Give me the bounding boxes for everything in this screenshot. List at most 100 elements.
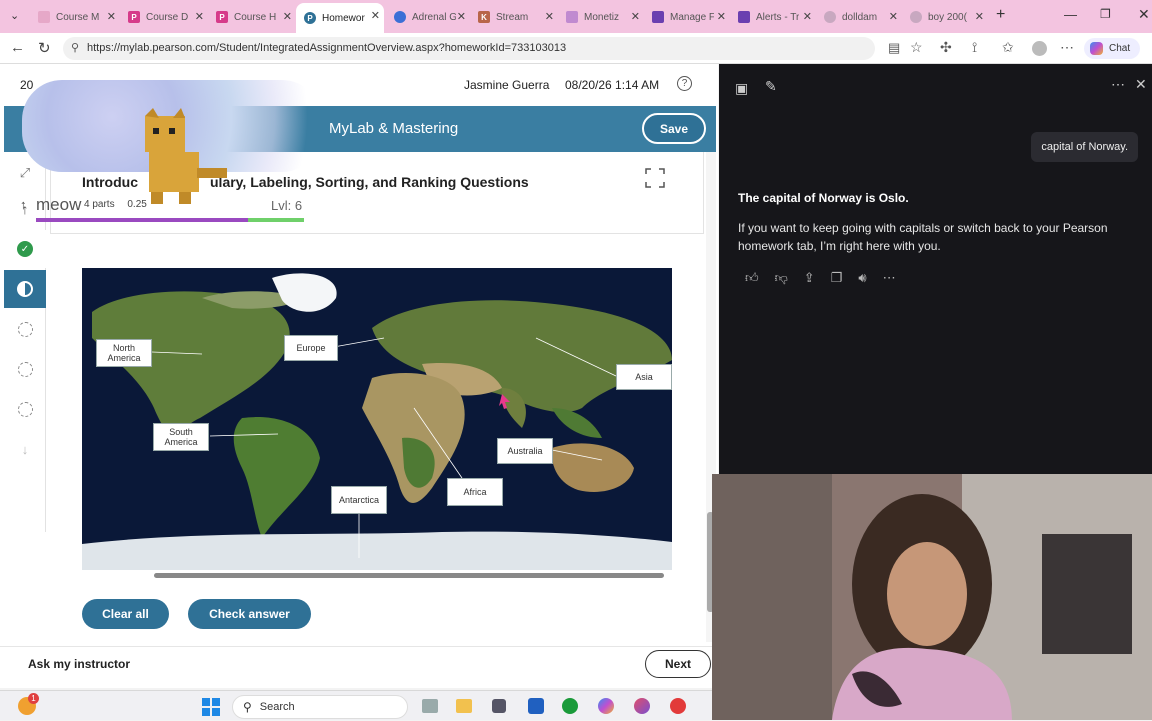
- map-label-south-america[interactable]: South America: [153, 423, 209, 451]
- question-5[interactable]: [4, 390, 46, 428]
- task-view-icon[interactable]: [422, 699, 438, 713]
- close-tab-icon[interactable]: ✕: [631, 10, 640, 23]
- copilot-app-icon[interactable]: [598, 698, 614, 714]
- question-1-complete[interactable]: ✓: [4, 230, 46, 268]
- map-label-europe[interactable]: Europe: [284, 335, 338, 361]
- map-label-north-america[interactable]: North America: [96, 339, 152, 367]
- tab-favicon-icon: [824, 11, 836, 23]
- url-text: https://mylab.pearson.com/Student/Integr…: [87, 42, 567, 54]
- tab-favicon-icon: P: [128, 11, 140, 23]
- question-3[interactable]: [4, 310, 46, 348]
- settings-app-icon[interactable]: [492, 699, 506, 713]
- close-tab-icon[interactable]: ✕: [195, 10, 204, 23]
- start-icon[interactable]: [202, 698, 220, 716]
- extensions-icon[interactable]: ✣: [940, 39, 952, 56]
- close-tab-icon[interactable]: ✕: [889, 10, 898, 23]
- browser-tab[interactable]: P Course H ✕: [208, 4, 296, 30]
- close-sidebar-icon[interactable]: ✕: [1135, 76, 1147, 93]
- copilot-answer-body: If you want to keep going with capitals …: [738, 221, 1108, 253]
- chrome-icon[interactable]: [670, 698, 686, 714]
- url-field[interactable]: ⚲ https://mylab.pearson.com/Student/Inte…: [63, 37, 875, 60]
- more-actions-icon[interactable]: ⋯: [883, 270, 896, 286]
- date-time: 08/20/26 1:14 AM: [565, 78, 660, 92]
- tab-favicon-icon: [910, 11, 922, 23]
- tab-title: boy 200(: [928, 11, 967, 23]
- question-4[interactable]: [4, 350, 46, 388]
- help-icon[interactable]: ?: [677, 76, 692, 91]
- translate-icon[interactable]: ⟟: [972, 39, 977, 56]
- profile-avatar[interactable]: [1032, 41, 1047, 56]
- user-name: Jasmine Guerra: [464, 78, 550, 92]
- horizontal-scrollbar[interactable]: [154, 573, 664, 578]
- file-explorer-icon[interactable]: [456, 699, 472, 713]
- save-button[interactable]: Save: [642, 113, 706, 144]
- favorites-icon[interactable]: ✩: [1002, 39, 1014, 56]
- check-answer-button[interactable]: Check answer: [188, 599, 311, 629]
- close-tab-icon[interactable]: ✕: [975, 10, 984, 23]
- map-label-antarctica[interactable]: Antarctica: [331, 486, 387, 514]
- close-tab-icon[interactable]: ✕: [545, 10, 554, 23]
- browser-tab[interactable]: dolldam ✕: [816, 4, 902, 30]
- refresh-icon[interactable]: ↻: [38, 39, 51, 57]
- browser-tab[interactable]: K Stream ✕: [470, 4, 558, 30]
- reader-view-icon[interactable]: ▤: [888, 40, 900, 56]
- browser-tab[interactable]: Manage F ✕: [644, 4, 730, 30]
- map-label-africa[interactable]: Africa: [447, 478, 503, 506]
- back-icon[interactable]: ←: [10, 39, 25, 56]
- more-menu-icon[interactable]: ⋯: [1060, 39, 1074, 56]
- new-chat-icon[interactable]: ✎: [765, 78, 777, 95]
- map-label-asia[interactable]: Asia: [616, 364, 672, 390]
- close-tab-icon[interactable]: ✕: [107, 10, 116, 23]
- tab-favicon-icon: P: [304, 12, 316, 24]
- site-info-icon[interactable]: ⚲: [71, 41, 79, 54]
- mylab-page: 20 05 Jasmine Guerra 08/20/26 1:14 AM ? …: [0, 64, 718, 688]
- browser-tab[interactable]: Monetiz ✕: [558, 4, 644, 30]
- xbox-icon[interactable]: [562, 698, 578, 714]
- taskbar-search[interactable]: ⚲ Search: [232, 695, 408, 719]
- next-button[interactable]: Next: [645, 650, 711, 678]
- tab-favicon-icon: [738, 11, 750, 23]
- browser-tab[interactable]: Alerts - Tr ✕: [730, 4, 816, 30]
- browser-tab-active[interactable]: P Homewor ✕: [296, 3, 384, 33]
- title-part: ulary, Labeling, Sorting, and Ranking Qu…: [210, 174, 529, 190]
- empty-circle-icon: [17, 361, 33, 377]
- half-circle-icon: [17, 281, 33, 297]
- vscode-icon[interactable]: [528, 698, 544, 714]
- tab-favicon-icon: [652, 11, 664, 23]
- clear-all-button[interactable]: Clear all: [82, 599, 169, 629]
- thumbs-down-icon[interactable]: 👎︎: [775, 270, 788, 286]
- close-tab-icon[interactable]: ✕: [371, 9, 380, 22]
- sidebar-toggle-icon[interactable]: ▣: [735, 80, 748, 97]
- xp-bar-segment: [248, 218, 304, 222]
- copilot-icon: [1090, 42, 1103, 55]
- close-tab-icon[interactable]: ✕: [283, 10, 292, 23]
- new-tab-icon[interactable]: +: [996, 6, 1005, 24]
- browser-tab[interactable]: boy 200( ✕: [902, 4, 988, 30]
- copilot-chat-button[interactable]: Chat: [1084, 38, 1140, 59]
- restore-icon[interactable]: ❐: [1100, 7, 1111, 21]
- read-aloud-icon[interactable]: 🔊︎: [858, 270, 866, 286]
- close-window-icon[interactable]: ✕: [1138, 6, 1150, 23]
- ask-instructor-link[interactable]: Ask my instructor: [28, 657, 130, 671]
- scroll-down-icon[interactable]: ↓: [4, 430, 46, 468]
- tab-title: Alerts - Tr: [756, 11, 800, 23]
- browser-tab-strip: ⌄ Course M ✕ P Course D ✕ P Course H ✕ P…: [0, 0, 1152, 33]
- copy-icon[interactable]: ❐: [831, 270, 843, 286]
- close-tab-icon[interactable]: ✕: [803, 10, 812, 23]
- map-label-australia[interactable]: Australia: [497, 438, 553, 464]
- favorite-star-icon[interactable]: ☆: [910, 39, 923, 56]
- browser-tab[interactable]: Adrenal G ✕: [386, 4, 470, 30]
- share-icon[interactable]: ⇪: [804, 270, 815, 286]
- browser-tab[interactable]: P Course D ✕: [120, 4, 208, 30]
- more-options-icon[interactable]: ⋯: [1111, 76, 1125, 93]
- fullscreen-icon[interactable]: [645, 168, 665, 188]
- browser-tab[interactable]: Course M ✕: [30, 4, 120, 30]
- close-tab-icon[interactable]: ✕: [717, 10, 726, 23]
- tab-list-chevron-icon[interactable]: ⌄: [10, 9, 19, 22]
- minimize-icon[interactable]: —: [1064, 7, 1077, 22]
- overlay-meow-text: meow: [36, 195, 82, 214]
- app-icon[interactable]: [634, 698, 650, 714]
- thumbs-up-icon[interactable]: 👍︎: [745, 270, 759, 286]
- close-tab-icon[interactable]: ✕: [457, 10, 466, 23]
- question-2-current[interactable]: [4, 270, 46, 308]
